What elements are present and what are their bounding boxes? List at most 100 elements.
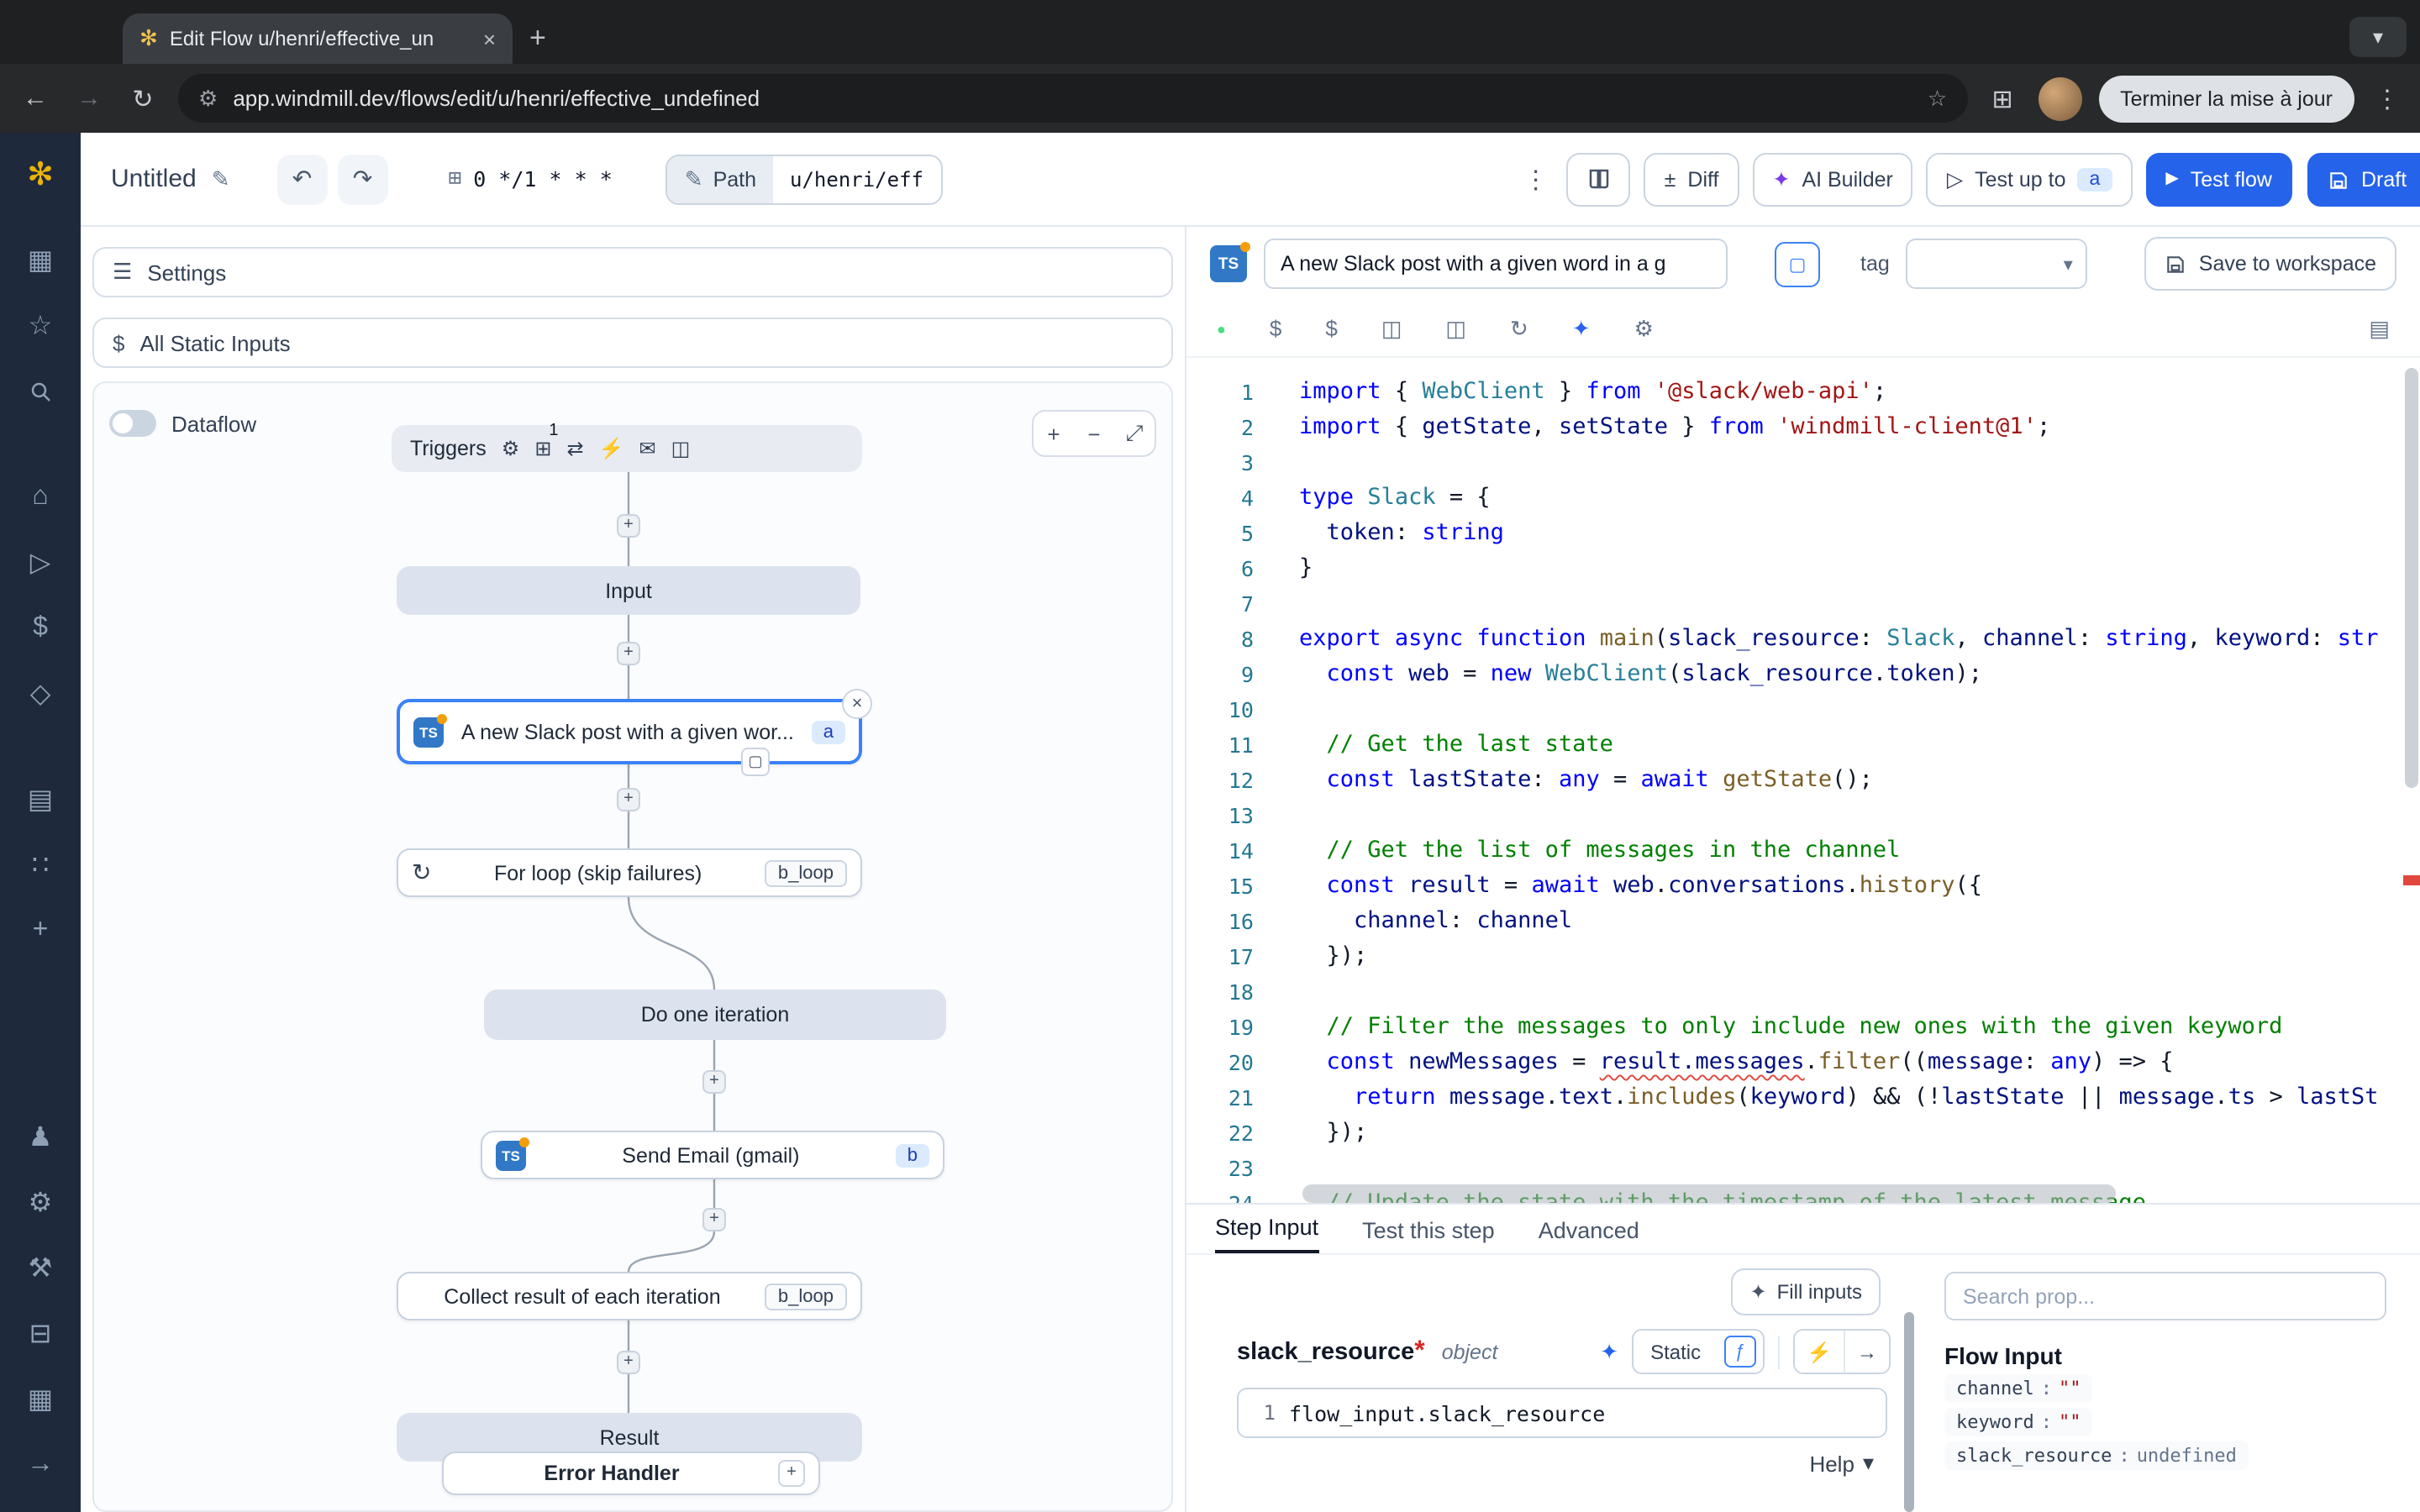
sidebar-item-groups[interactable]: ▦ bbox=[28, 1381, 53, 1418]
save-to-workspace-button[interactable]: Save to workspace bbox=[2145, 237, 2396, 291]
scrollbar-thumb[interactable] bbox=[1904, 1312, 1914, 1512]
sidebar-item-favorites[interactable]: ☆ bbox=[29, 307, 53, 344]
ai-fill-icon[interactable]: ✦ bbox=[1600, 1338, 1618, 1365]
fit-view-icon[interactable]: ⤢ bbox=[1114, 420, 1155, 447]
zoom-out-icon[interactable]: − bbox=[1074, 421, 1114, 446]
webhook-trigger-icon[interactable]: ⚙ bbox=[502, 437, 520, 460]
package-icon[interactable]: ◫ bbox=[1381, 315, 1402, 342]
triggers-node[interactable]: Triggers ⚙ ⊞1 ⇄ ⚡ ✉ ◫ bbox=[392, 425, 862, 472]
path-control[interactable]: ✎ Path u/henri/eff bbox=[666, 154, 942, 204]
extensions-icon[interactable]: ⊞ bbox=[1984, 83, 2021, 113]
sidebar-expand-icon[interactable]: → bbox=[27, 1446, 54, 1483]
step-options-icon[interactable]: ▢ bbox=[741, 748, 770, 776]
edit-title-icon[interactable]: ✎ bbox=[212, 165, 230, 192]
send-email-node[interactable]: TS Send Email (gmail) b bbox=[481, 1131, 944, 1179]
remove-step-icon[interactable]: × bbox=[842, 689, 872, 719]
settings-bar[interactable]: ☰ Settings bbox=[92, 247, 1173, 297]
error-handler-node[interactable]: Error Handler + bbox=[442, 1452, 820, 1495]
sidebar-item-resources[interactable]: ◇ bbox=[30, 675, 51, 712]
insert-step-button[interactable]: + bbox=[617, 514, 640, 538]
insert-step-button[interactable]: + bbox=[617, 788, 640, 811]
tab-search-button[interactable]: ▾ bbox=[2349, 17, 2407, 57]
collect-result-node[interactable]: Collect result of each iteration b_loop bbox=[397, 1272, 862, 1320]
plug-icon[interactable]: ⚡ bbox=[1795, 1331, 1844, 1373]
app-trigger-icon[interactable]: ◫ bbox=[671, 437, 691, 460]
code-editor[interactable]: 1import { WebClient } from '@slack/web-a… bbox=[1186, 358, 2420, 1203]
step-summary-input[interactable] bbox=[1264, 239, 1728, 289]
tab-test-this-step[interactable]: Test this step bbox=[1362, 1218, 1495, 1253]
expr-mode-button[interactable]: ƒ bbox=[1718, 1331, 1763, 1373]
tab-close-icon[interactable]: × bbox=[483, 26, 496, 51]
tab-advanced[interactable]: Advanced bbox=[1539, 1218, 1639, 1253]
url-text[interactable]: app.windmill.dev/flows/edit/u/henri/effe… bbox=[233, 86, 1912, 111]
browser-tab[interactable]: ✻ Edit Flow u/henri/effective_un × bbox=[123, 13, 513, 64]
insert-step-button[interactable]: + bbox=[702, 1208, 726, 1231]
site-info-icon[interactable]: ⚙ bbox=[198, 85, 218, 112]
search-icon[interactable] bbox=[28, 373, 53, 410]
static-mode-button[interactable]: Static bbox=[1634, 1331, 1718, 1373]
email-trigger-icon[interactable]: ✉ bbox=[639, 437, 655, 460]
profile-avatar[interactable] bbox=[2038, 76, 2081, 120]
horizontal-scrollbar[interactable] bbox=[1302, 1184, 2116, 1203]
flow-input-prop[interactable]: keyword:"" bbox=[1944, 1408, 2092, 1436]
help-label[interactable]: Help bbox=[1809, 1451, 1854, 1476]
section-scrollbar[interactable] bbox=[1904, 1312, 1914, 1512]
static-inputs-bar[interactable]: $ All Static Inputs bbox=[92, 318, 1173, 368]
editor-settings-icon[interactable]: ⚙ bbox=[1634, 315, 1654, 342]
browser-update-button[interactable]: Terminer la mise à jour bbox=[2098, 75, 2354, 122]
library-icon[interactable]: ▤ bbox=[2369, 315, 2390, 342]
search-prop-input[interactable] bbox=[1944, 1272, 2386, 1320]
tag-select[interactable]: ▾ bbox=[1907, 239, 2088, 289]
test-up-to-button[interactable]: ▷ Test up to a bbox=[1927, 152, 2132, 206]
docs-button[interactable] bbox=[1567, 152, 1631, 206]
flow-input-prop[interactable]: slack_resource:undefined bbox=[1944, 1441, 2249, 1470]
scrollbar-thumb[interactable] bbox=[2405, 368, 2418, 788]
sidebar-item-workspaces[interactable]: ∷ bbox=[32, 847, 49, 884]
reset-icon[interactable]: ↻ bbox=[1510, 315, 1528, 342]
flow-canvas[interactable]: Dataflow + − ⤢ Triggers ⚙ ⊞1 ⇄ ⚡ bbox=[92, 381, 1173, 1512]
sidebar-item-runs[interactable]: ▷ bbox=[30, 544, 51, 581]
redo-button[interactable]: ↷ bbox=[338, 154, 388, 204]
input-expression-editor[interactable]: 1 flow_input.slack_resource bbox=[1237, 1388, 1887, 1438]
reload-icon[interactable]: ↻ bbox=[124, 83, 161, 113]
ai-assistant-icon[interactable]: ✦ bbox=[1572, 315, 1591, 342]
add-error-handler-icon[interactable]: + bbox=[778, 1460, 805, 1487]
zoom-in-icon[interactable]: + bbox=[1034, 421, 1074, 446]
test-flow-button[interactable]: ▶ Test flow bbox=[2145, 152, 2292, 206]
ai-builder-button[interactable]: ✦ AI Builder bbox=[1752, 152, 1912, 206]
schedule-summary[interactable]: ⊞ 0 */1 * * * bbox=[449, 166, 613, 192]
sidebar-item-schedules[interactable]: ▤ bbox=[28, 781, 53, 818]
bookmark-star-icon[interactable]: ☆ bbox=[1928, 85, 1947, 112]
address-bar[interactable]: ⚙ app.windmill.dev/flows/edit/u/henri/ef… bbox=[178, 74, 1967, 123]
new-tab-button[interactable]: + bbox=[529, 22, 546, 55]
flow-input-prop[interactable]: channel:"" bbox=[1944, 1374, 2092, 1403]
websocket-trigger-icon[interactable]: ⚡ bbox=[599, 437, 624, 460]
sidebar-item-apps[interactable]: ▦ bbox=[28, 242, 53, 279]
variables-icon[interactable]: $ bbox=[1270, 316, 1281, 341]
forward-icon[interactable]: → bbox=[71, 84, 108, 113]
workspace-script-icon[interactable]: ▢ bbox=[1775, 241, 1820, 286]
diff-button[interactable]: ± Diff bbox=[1644, 152, 1739, 206]
browser-menu-icon[interactable]: ⋮ bbox=[2371, 83, 2403, 113]
vertical-scrollbar[interactable] bbox=[2403, 358, 2420, 1203]
secrets-icon[interactable]: $ bbox=[1325, 316, 1337, 341]
sidebar-item-variables[interactable]: $ bbox=[33, 610, 48, 647]
back-icon[interactable]: ← bbox=[17, 84, 54, 113]
insert-step-button[interactable]: + bbox=[617, 1351, 640, 1374]
sidebar-item-settings[interactable]: ⚙ bbox=[29, 1184, 53, 1221]
sidebar-add-button[interactable]: + bbox=[33, 912, 49, 949]
path-edit-button[interactable]: ✎ Path bbox=[668, 155, 773, 202]
arrow-right-icon[interactable]: → bbox=[1844, 1331, 1889, 1373]
tab-step-input[interactable]: Step Input bbox=[1215, 1215, 1318, 1253]
dataflow-toggle[interactable] bbox=[109, 410, 156, 437]
dependencies-icon[interactable]: ◫ bbox=[1445, 315, 1466, 342]
forloop-node[interactable]: ↻ For loop (skip failures) b_loop bbox=[397, 848, 862, 897]
schedule-trigger-icon[interactable]: ⊞1 bbox=[534, 437, 551, 460]
do-one-iteration-node[interactable]: Do one iteration bbox=[484, 990, 946, 1040]
insert-step-button[interactable]: + bbox=[617, 642, 640, 665]
sidebar-item-folders[interactable]: ⊟ bbox=[29, 1315, 52, 1352]
sidebar-item-user[interactable]: ♟ bbox=[29, 1119, 53, 1156]
input-node[interactable]: Input bbox=[397, 566, 860, 615]
flow-title[interactable]: Untitled bbox=[111, 165, 197, 193]
sidebar-item-workers[interactable]: ⚒ bbox=[29, 1250, 53, 1287]
